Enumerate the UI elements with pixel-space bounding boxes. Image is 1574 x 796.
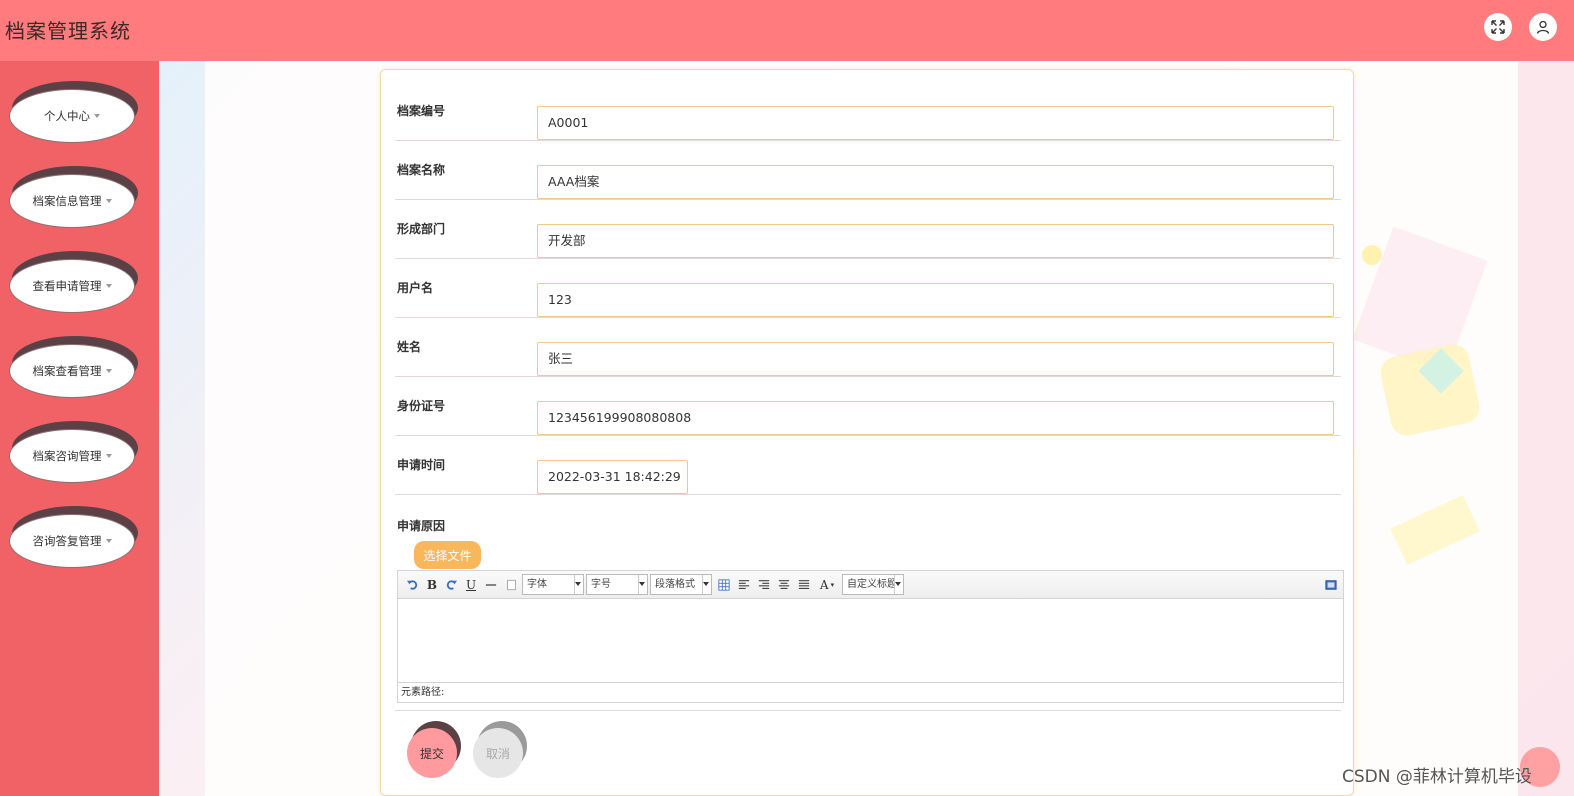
id-number-input[interactable]: 123456199908080808 xyxy=(537,401,1334,435)
form-row-department: 形成部门 开发部 xyxy=(395,200,1341,259)
cancel-button[interactable]: 取消 xyxy=(473,721,530,781)
fullscreen-button[interactable] xyxy=(1484,13,1512,41)
apply-time-input[interactable]: 2022-03-31 18:42:29 xyxy=(537,460,688,494)
align-center-icon xyxy=(778,579,790,589)
font-color-button[interactable]: A ▾ xyxy=(817,576,837,593)
submit-button-label[interactable]: 提交 xyxy=(407,728,457,778)
table-icon xyxy=(718,578,730,591)
form-row-archive-name: 档案名称 AAA档案 xyxy=(395,141,1341,200)
sidebar-item-label: 查看申请管理 xyxy=(32,279,102,293)
field-label: 申请时间 xyxy=(397,458,446,472)
user-button[interactable] xyxy=(1529,13,1557,41)
sidebar-item-archive-view[interactable]: 档案查看管理 xyxy=(9,336,138,402)
sidebar-item-label: 个人中心 xyxy=(44,109,90,123)
sidebar-item-label: 档案咨询管理 xyxy=(32,449,102,463)
element-path: 元素路径: xyxy=(398,682,1343,702)
caret-down-icon xyxy=(94,114,100,118)
sidebar-item-consult-reply[interactable]: 咨询答复管理 xyxy=(9,506,138,572)
sidebar-item-view-requests[interactable]: 查看申请管理 xyxy=(9,251,138,317)
align-left-icon xyxy=(738,579,750,589)
align-justify-button[interactable] xyxy=(797,576,811,593)
field-label: 姓名 xyxy=(397,340,422,354)
app-title: 档案管理系统 xyxy=(5,19,131,43)
cancel-button-label[interactable]: 取消 xyxy=(473,728,523,778)
sidebar-item-personal-center[interactable]: 个人中心 xyxy=(9,81,138,147)
chevron-down-icon xyxy=(703,582,709,586)
rich-text-editor: B U 字体 字号 段落格式 A ▾ 自定义标题 元素路径: xyxy=(397,570,1344,703)
name-input[interactable]: 张三 xyxy=(537,342,1334,376)
divider xyxy=(395,710,1341,711)
form-row-id-number: 身份证号 123456199908080808 xyxy=(395,377,1341,436)
form-row-username: 用户名 123 xyxy=(395,259,1341,318)
sidebar-item-archive-consult[interactable]: 档案咨询管理 xyxy=(9,421,138,487)
sidebar-item-label: 档案信息管理 xyxy=(32,194,102,208)
undo-icon xyxy=(406,580,417,590)
sidebar: 个人中心 档案信息管理 查看申请管理 档案查看管理 档案咨询管理 咨询答复管理 xyxy=(0,61,159,796)
field-label: 用户名 xyxy=(397,281,434,295)
undo-button[interactable] xyxy=(405,576,419,593)
choose-file-button[interactable]: 选择文件 xyxy=(414,541,481,569)
horizontal-rule-icon xyxy=(485,583,497,586)
align-right-icon xyxy=(758,579,770,589)
editor-content-area[interactable] xyxy=(398,600,1343,682)
caret-down-icon xyxy=(105,454,112,458)
caret-down-icon xyxy=(105,369,112,373)
form-row-apply-time: 申请时间 2022-03-31 18:42:29 xyxy=(395,436,1341,495)
chevron-down-icon xyxy=(895,582,901,586)
field-label: 形成部门 xyxy=(397,222,446,236)
field-label: 档案编号 xyxy=(397,104,446,118)
decoration-shape xyxy=(1518,61,1574,796)
bold-button[interactable]: B xyxy=(425,576,439,593)
fullscreen-icon xyxy=(1491,20,1505,34)
field-label: 身份证号 xyxy=(397,399,446,413)
chevron-down-icon: ▾ xyxy=(830,580,835,589)
insert-table-button[interactable] xyxy=(717,576,731,593)
redo-button[interactable] xyxy=(444,576,458,593)
form-card: 档案编号 A0001 档案名称 AAA档案 形成部门 开发部 用户名 123 姓… xyxy=(380,69,1354,796)
form-row-archive-number: 档案编号 A0001 xyxy=(395,82,1341,141)
field-label: 档案名称 xyxy=(397,163,446,177)
align-justify-icon xyxy=(798,579,810,589)
form-row-name: 姓名 张三 xyxy=(395,318,1341,377)
sidebar-item-label: 档案查看管理 xyxy=(32,364,102,378)
reason-label: 申请原因 xyxy=(397,519,446,533)
archive-name-input[interactable]: AAA档案 xyxy=(537,165,1334,199)
underline-button[interactable]: U xyxy=(464,576,478,593)
submit-button[interactable]: 提交 xyxy=(407,721,464,781)
fullscreen-editor-button[interactable] xyxy=(1324,576,1338,593)
sidebar-item-label: 咨询答复管理 xyxy=(32,534,102,548)
horizontal-rule-button[interactable] xyxy=(484,576,498,593)
chevron-down-icon xyxy=(639,582,645,586)
caret-down-icon xyxy=(105,199,112,203)
page-button[interactable] xyxy=(504,576,518,593)
chevron-down-icon xyxy=(575,582,581,586)
decoration-shape xyxy=(1362,245,1382,265)
align-left-button[interactable] xyxy=(737,576,751,593)
archive-number-input[interactable]: A0001 xyxy=(537,106,1334,140)
top-header: 档案管理系统 xyxy=(0,0,1574,61)
align-right-button[interactable] xyxy=(757,576,771,593)
editor-toolbar: B U 字体 字号 段落格式 A ▾ 自定义标题 xyxy=(398,571,1343,599)
department-input[interactable]: 开发部 xyxy=(537,224,1334,258)
font-size-select[interactable]: 字号 xyxy=(586,574,648,595)
align-center-button[interactable] xyxy=(777,576,791,593)
paragraph-format-select[interactable]: 段落格式 xyxy=(650,574,712,595)
document-icon xyxy=(506,579,516,590)
custom-title-select[interactable]: 自定义标题 xyxy=(842,574,904,595)
caret-down-icon xyxy=(105,284,112,288)
font-family-select[interactable]: 字体 xyxy=(522,574,584,595)
redo-icon xyxy=(446,580,457,590)
sidebar-item-archive-info[interactable]: 档案信息管理 xyxy=(9,166,138,232)
user-icon xyxy=(1536,20,1550,34)
username-input[interactable]: 123 xyxy=(537,283,1334,317)
fullscreen-icon xyxy=(1325,579,1337,590)
watermark: CSDN @菲林计算机毕设 xyxy=(1342,767,1532,787)
caret-down-icon xyxy=(105,539,112,543)
